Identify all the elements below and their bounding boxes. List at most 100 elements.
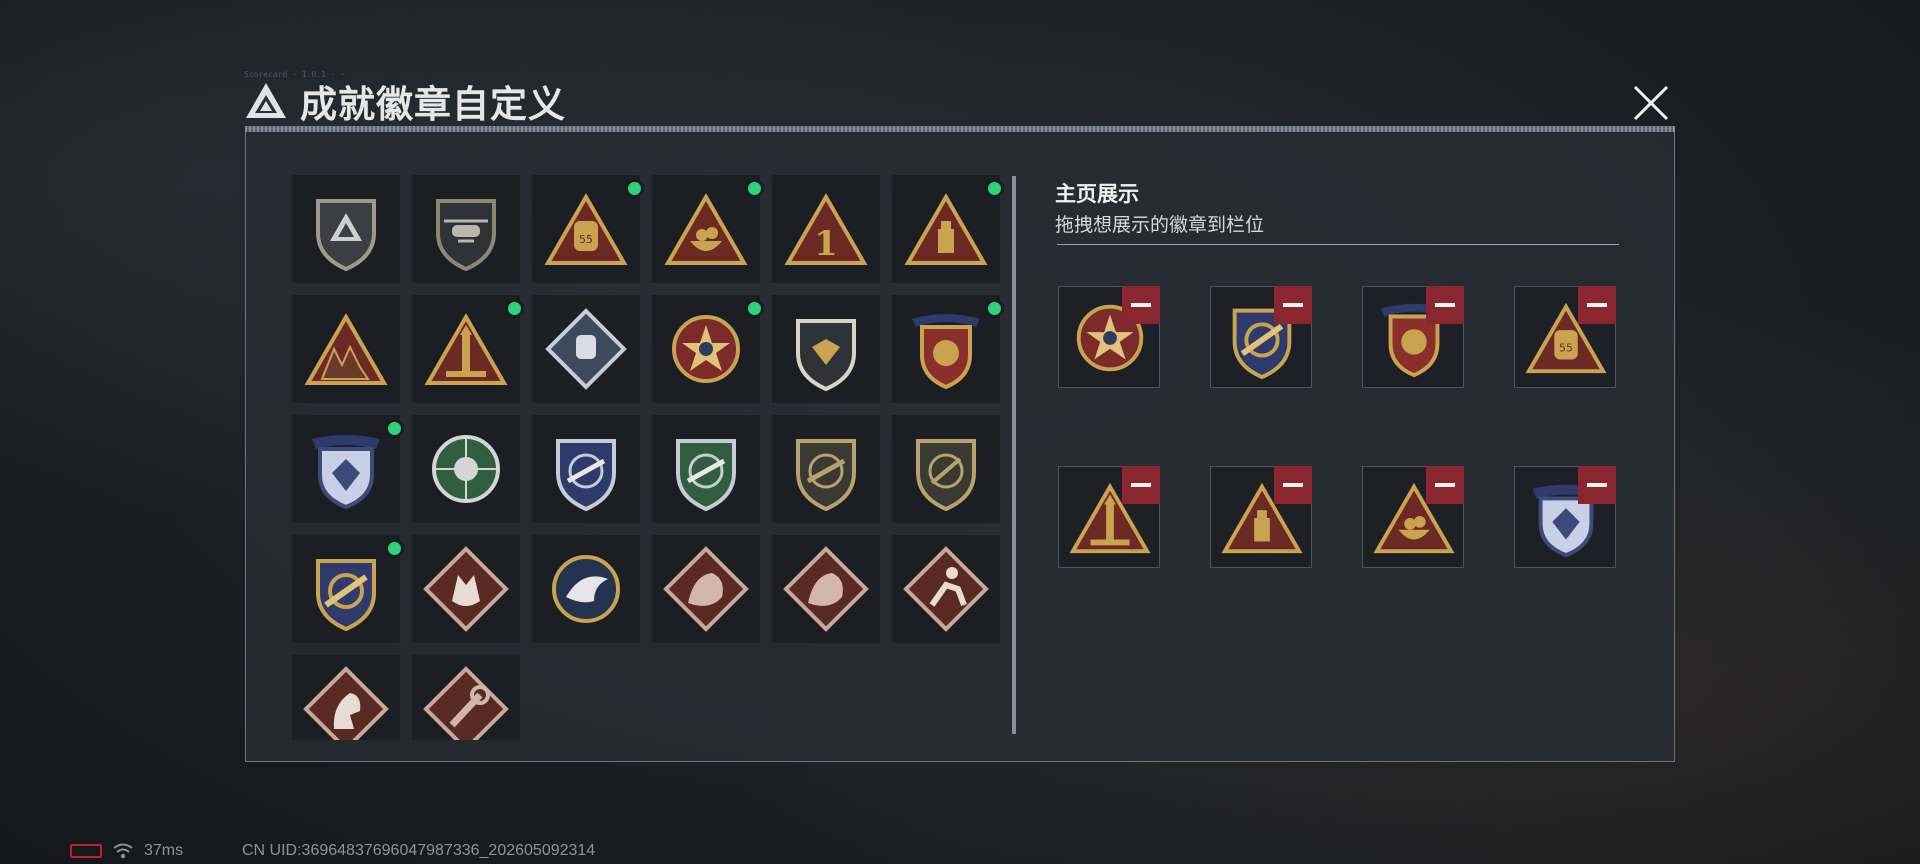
fist-diamond-badge-icon — [545, 308, 627, 390]
badge-slot[interactable] — [652, 295, 764, 403]
close-icon — [1633, 85, 1669, 121]
display-slot[interactable] — [1362, 466, 1464, 568]
badge-slot[interactable] — [292, 535, 404, 643]
divider-line — [1057, 244, 1619, 245]
remove-badge-button[interactable] — [1578, 466, 1616, 504]
panel-top-border — [245, 126, 1675, 132]
badge-slot[interactable] — [412, 295, 524, 403]
minus-icon — [1587, 303, 1607, 307]
display-slot[interactable] — [1058, 286, 1160, 388]
badge-slot[interactable] — [292, 175, 400, 283]
minus-icon — [1131, 303, 1151, 307]
dragon-diamond-2-badge-icon — [783, 546, 869, 632]
ping-value: 37ms — [144, 842, 184, 859]
new-indicator-dot — [505, 299, 524, 318]
badge-slot[interactable]: 1 — [772, 175, 880, 283]
banner-emblem-badge-icon — [912, 314, 980, 390]
bag-55-triangle-badge-icon: 55 — [544, 192, 628, 265]
minus-icon — [1435, 483, 1455, 487]
new-indicator-dot — [985, 299, 1004, 318]
display-slot[interactable] — [1210, 286, 1312, 388]
badge-slot[interactable] — [772, 535, 880, 643]
badge-slot[interactable] — [532, 295, 640, 403]
minus-icon — [1435, 303, 1455, 307]
badge-collection-grid: 55 1 — [292, 175, 1004, 740]
badge-slot[interactable]: 55 — [532, 175, 644, 283]
eagle-circle-badge-icon — [552, 555, 620, 623]
badge-slot[interactable] — [772, 295, 880, 403]
badge-slot[interactable] — [532, 415, 640, 523]
game-logo-icon — [246, 83, 286, 118]
display-slot[interactable] — [1210, 466, 1312, 568]
minus-icon — [1283, 483, 1303, 487]
wrench-diamond-badge-icon — [423, 666, 509, 740]
display-slot[interactable] — [1514, 466, 1616, 568]
status-bar: 37ms — [70, 842, 183, 860]
badge-slot[interactable] — [772, 415, 880, 523]
display-section-hint: 拖拽想展示的徽章到栏位 — [1055, 215, 1265, 236]
remove-badge-button[interactable] — [1274, 286, 1312, 324]
display-section-title: 主页展示 — [1055, 183, 1139, 206]
remove-badge-button[interactable] — [1578, 286, 1616, 324]
bowl-triangle-badge-icon — [664, 192, 748, 265]
dragon-diamond-badge-icon — [663, 546, 749, 632]
remove-badge-button[interactable] — [1122, 286, 1160, 324]
wing-shield-badge-icon — [796, 319, 856, 392]
horse-diamond-badge-icon — [303, 666, 389, 740]
badge-slot[interactable] — [292, 295, 400, 403]
new-indicator-dot — [985, 179, 1004, 198]
remove-badge-button[interactable] — [1426, 466, 1464, 504]
user-uid: CN UID:36964837696047987336_202605092314 — [242, 842, 596, 859]
star-emblem-badge-icon — [672, 315, 740, 383]
minus-icon — [1587, 483, 1607, 487]
new-indicator-dot — [745, 299, 764, 318]
badge-slot[interactable] — [892, 295, 1004, 403]
badge-slot[interactable] — [412, 655, 520, 740]
svg-text:1: 1 — [814, 224, 838, 264]
rocket-triangle-badge-icon — [424, 312, 508, 385]
badge-slot[interactable] — [892, 175, 1004, 283]
title-bar: 成就徽章自定义 — [244, 76, 566, 126]
badge-slot[interactable] — [292, 415, 404, 523]
number-1-triangle-badge-icon: 1 — [784, 192, 868, 265]
badge-slot[interactable] — [652, 415, 760, 523]
badge-slot[interactable] — [652, 535, 760, 643]
svg-text:55: 55 — [579, 233, 593, 246]
close-button[interactable] — [1624, 80, 1678, 126]
helicopter-badge-icon — [436, 199, 496, 272]
badge-slot[interactable] — [892, 415, 1000, 523]
minus-icon — [1283, 303, 1303, 307]
badge-slot[interactable] — [532, 535, 640, 643]
display-slot[interactable]: 55 — [1514, 286, 1616, 388]
rifle-blue-shield-badge-icon — [556, 439, 616, 512]
shield-logo-badge-icon — [316, 199, 376, 272]
minus-icon — [1131, 483, 1151, 487]
remove-badge-button[interactable] — [1122, 466, 1160, 504]
new-indicator-dot — [385, 539, 404, 558]
scrollbar[interactable] — [1012, 176, 1016, 734]
remove-badge-button[interactable] — [1426, 286, 1464, 324]
soldiers-triangle-badge-icon — [304, 312, 388, 385]
rifle-dark-shield-badge-icon — [796, 439, 856, 512]
badge-slot[interactable] — [892, 535, 1000, 643]
wifi-icon — [113, 843, 133, 859]
svg-text:55: 55 — [1559, 342, 1573, 355]
badge-slot[interactable] — [412, 175, 520, 283]
page-title: 成就徽章自定义 — [300, 84, 566, 125]
usb-triangle-badge-icon — [904, 192, 988, 265]
rifle-green-shield-badge-icon — [676, 439, 736, 512]
knife-dark-shield-badge-icon — [916, 439, 976, 512]
badge-slot[interactable] — [412, 535, 520, 643]
runner-diamond-badge-icon — [903, 546, 989, 632]
crossed-gold-shield-badge-icon — [316, 559, 376, 632]
display-slot[interactable] — [1362, 286, 1464, 388]
wolf-diamond-badge-icon — [423, 546, 509, 632]
display-slot[interactable] — [1058, 466, 1160, 568]
new-indicator-dot — [745, 179, 764, 198]
battery-icon — [70, 844, 102, 858]
new-indicator-dot — [385, 419, 404, 438]
badge-slot[interactable] — [652, 175, 764, 283]
badge-slot[interactable] — [412, 415, 520, 523]
badge-slot[interactable] — [292, 655, 400, 740]
remove-badge-button[interactable] — [1274, 466, 1312, 504]
